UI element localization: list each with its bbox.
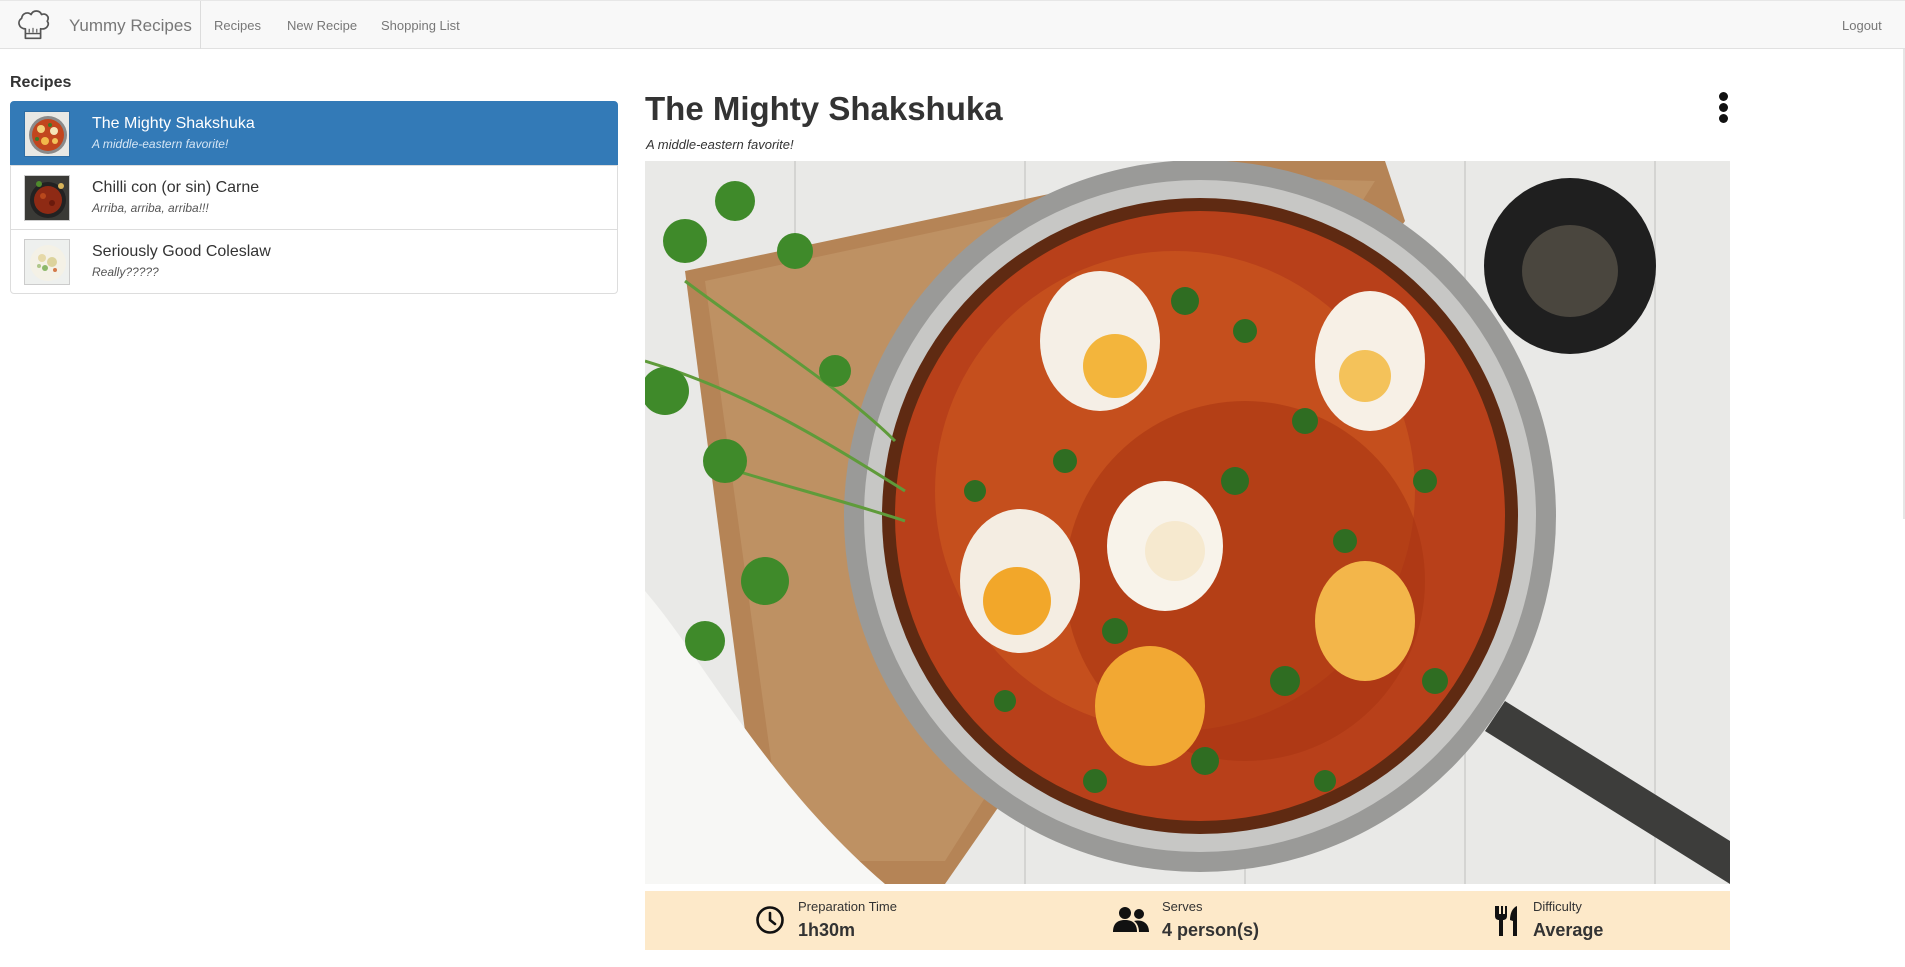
nav-recipes-link[interactable]: Recipes: [214, 18, 261, 33]
recipe-list: The Mighty Shakshuka A middle-eastern fa…: [10, 101, 618, 294]
recipe-description: Arriba, arriba, arriba!!!: [92, 201, 209, 215]
serves-label: Serves: [1162, 899, 1203, 914]
recipe-name: Chilli con (or sin) Carne: [92, 179, 260, 196]
recipe-name: Seriously Good Coleslaw: [92, 243, 271, 260]
recipe-description: Really?????: [92, 265, 159, 279]
recipes-list-title: Recipes: [10, 74, 72, 91]
brand-name: Yummy Recipes: [69, 16, 192, 35]
utensils-icon: [1495, 906, 1517, 936]
recipe-title: The Mighty Shakshuka: [645, 90, 1003, 127]
more-options-icon[interactable]: [1714, 92, 1732, 124]
chef-hat-icon: [18, 10, 50, 40]
recipe-list-item[interactable]: Seriously Good Coleslaw Really?????: [10, 229, 618, 294]
recipe-info-bar: Preparation Time 1h30m Serves 4 person(s…: [645, 891, 1730, 950]
recipe-thumbnail: [24, 111, 70, 157]
nav-shopping-list-link[interactable]: Shopping List: [381, 18, 460, 33]
prep-time-value: 1h30m: [798, 920, 856, 940]
recipe-description: A middle-eastern favorite!: [92, 137, 229, 151]
prep-time-label: Preparation Time: [798, 899, 897, 914]
clock-icon: [756, 906, 784, 934]
recipe-subtitle: A middle-eastern favorite!: [646, 137, 794, 152]
top-navbar: Yummy Recipes Recipes New Recipe Shoppin…: [0, 0, 1905, 49]
recipe-name: The Mighty Shakshuka: [92, 115, 255, 132]
recipe-thumbnail: [24, 175, 70, 221]
difficulty-value: Average: [1533, 920, 1604, 940]
brand-link[interactable]: Yummy Recipes: [0, 1, 201, 49]
difficulty-label: Difficulty: [1533, 899, 1582, 914]
serves-value: 4 person(s): [1162, 920, 1260, 940]
recipe-hero-image: [645, 161, 1730, 884]
nav-new-recipe-link[interactable]: New Recipe: [287, 18, 357, 33]
logout-link[interactable]: Logout: [1842, 18, 1882, 33]
recipe-list-item[interactable]: The Mighty Shakshuka A middle-eastern fa…: [10, 101, 618, 166]
recipe-list-item[interactable]: Chilli con (or sin) Carne Arriba, arriba…: [10, 165, 618, 230]
recipe-thumbnail: [24, 239, 70, 285]
users-icon: [1113, 907, 1149, 932]
